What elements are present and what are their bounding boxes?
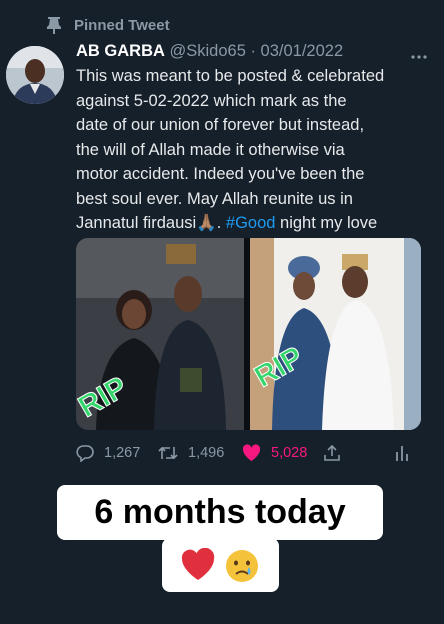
tweet-line: against 5-02-2022 which mark as the	[76, 91, 347, 110]
tweet-text-part: Jannatul firdausi	[76, 214, 197, 232]
tweet-text: This was meant to be posted & celebrated…	[76, 64, 436, 236]
more-icon[interactable]	[410, 44, 428, 65]
tweet-line: This was meant to be posted & celebrated	[76, 67, 385, 85]
tweet-line: the will of Allah made it otherwise via	[76, 140, 345, 159]
hashtag-link[interactable]: #Good	[226, 214, 276, 232]
heart-icon	[242, 444, 261, 461]
reply-icon	[76, 445, 94, 462]
crying-face-icon	[226, 550, 258, 582]
caption-overlay: 6 months today	[57, 485, 383, 540]
praying-hands-emoji: 🙏🏽	[196, 214, 217, 232]
tweet-text-part: night my love	[275, 214, 378, 232]
tweet-header: AB GARBA @Skido65 · 03/01/2022	[76, 42, 434, 61]
emoji-overlay	[162, 538, 279, 592]
couple-photos: RIP RIP	[76, 238, 421, 430]
tweet-line: date of our union of forever but instead…	[76, 116, 365, 134]
tweet-text-part: .	[216, 214, 226, 232]
analytics-icon	[396, 446, 408, 461]
like-count: 5,028	[271, 445, 308, 461]
author-handle-date[interactable]: @Skido65 · 03/01/2022	[170, 42, 344, 60]
pin-icon	[47, 17, 61, 34]
pinned-tweet-label: Pinned Tweet	[46, 16, 170, 34]
tweet-line-last: Jannatul firdausi🙏🏽. #Good night my love	[76, 211, 436, 236]
retweet-icon	[158, 446, 178, 460]
tweet-line: best soul ever. May Allah reunite us in	[76, 189, 353, 208]
retweet-button[interactable]: 1,496	[158, 444, 224, 462]
share-button[interactable]	[323, 444, 351, 462]
tweet-line: motor accident. Indeed you've been the	[76, 165, 365, 183]
author-name[interactable]: AB GARBA	[76, 42, 165, 60]
retweet-count: 1,496	[188, 445, 225, 461]
reply-count: 1,267	[104, 445, 141, 461]
reply-button[interactable]: 1,267	[76, 444, 140, 462]
analytics-button[interactable]	[394, 444, 420, 462]
tweet-media[interactable]: RIP RIP	[76, 238, 421, 430]
avatar[interactable]	[6, 46, 64, 104]
broken-heart-icon	[181, 548, 215, 580]
like-button[interactable]: 5,028	[242, 444, 307, 462]
share-icon	[324, 444, 340, 461]
pinned-text: Pinned Tweet	[74, 16, 170, 34]
caption-text: 6 months today	[94, 493, 346, 531]
tweet-actions: 1,267 1,496 5,028	[76, 444, 421, 464]
